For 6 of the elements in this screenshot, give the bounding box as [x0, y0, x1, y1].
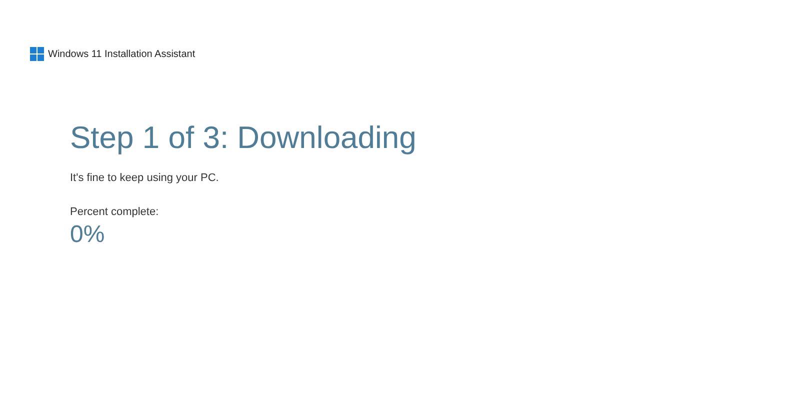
info-message: It's fine to keep using your PC. — [70, 172, 220, 184]
window-title: Windows 11 Installation Assistant — [48, 48, 196, 60]
progress-label: Percent complete: — [70, 206, 160, 218]
windows-logo-icon — [30, 47, 44, 61]
progress-percentage: 0% — [70, 221, 106, 249]
step-heading: Step 1 of 3: Downloading — [70, 119, 418, 157]
